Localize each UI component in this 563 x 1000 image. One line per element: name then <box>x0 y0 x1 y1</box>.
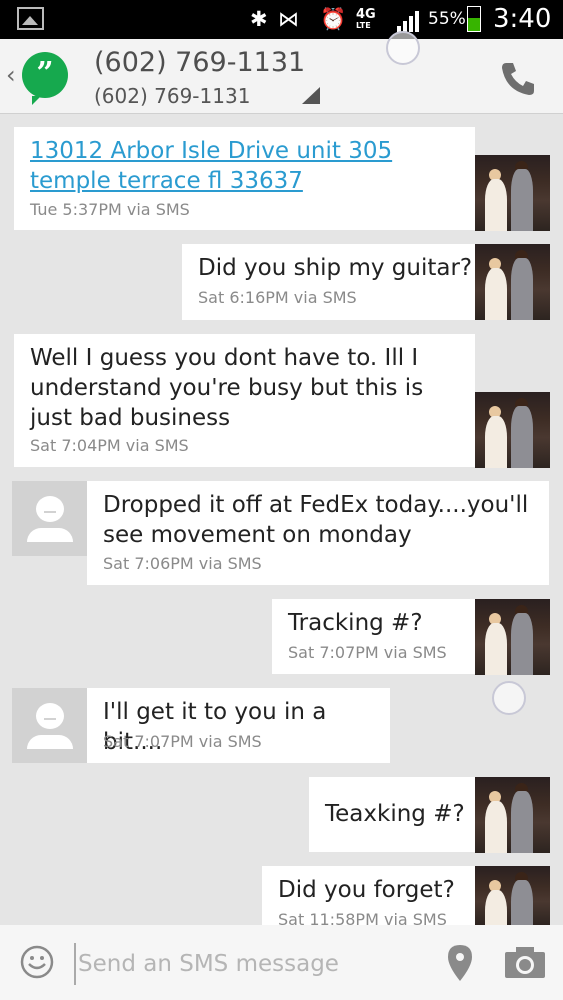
message-text: Teaxking #? <box>325 801 465 827</box>
message-meta: Sat 7:07PM via SMS <box>288 643 447 662</box>
phone-icon[interactable] <box>498 59 538 99</box>
mute-icon: ⋈ <box>278 7 299 31</box>
my-avatar <box>475 392 550 468</box>
battery-icon <box>467 6 481 32</box>
contact-avatar <box>12 688 87 763</box>
back-chevron-icon[interactable]: ‹ <box>6 61 16 89</box>
message-text: Did you ship my guitar? <box>198 255 473 281</box>
message-bubble[interactable]: Tracking #? Sat 7:07PM via SMS <box>272 599 475 674</box>
message-meta: Sat 7:06PM via SMS <box>103 554 262 573</box>
message-meta: Sat 6:16PM via SMS <box>198 288 357 307</box>
bluetooth-icon: ✱ <box>250 7 268 31</box>
message-text: Dropped it off at FedEx today....you'll … <box>103 492 529 548</box>
battery-percent: 55% <box>428 9 466 29</box>
message-bubble[interactable]: Did you forget? Sat 11:58PM via SMS <box>262 866 475 925</box>
image-icon <box>17 7 44 30</box>
location-pin-icon[interactable] <box>446 944 474 982</box>
touch-indicator <box>492 681 526 715</box>
status-bar: ✱ ⋈ ⏰ 4G LTE 55% 3:40 <box>0 0 563 39</box>
my-avatar <box>475 599 550 675</box>
message-meta: Tue 5:37PM via SMS <box>30 200 190 219</box>
sms-message-input[interactable] <box>74 943 435 985</box>
touch-indicator <box>386 31 420 65</box>
message-bubble[interactable]: 13012 Arbor Isle Drive unit 305 temple t… <box>14 127 475 230</box>
camera-icon[interactable] <box>503 944 547 980</box>
message-bubble[interactable]: Teaxking #? <box>309 777 475 852</box>
signal-icon <box>397 8 423 32</box>
message-bubble[interactable]: I'll get it to you in a bit.... Sat 7:07… <box>87 688 390 763</box>
message-meta: Sat 7:04PM via SMS <box>30 436 189 455</box>
network-type: 4G LTE <box>356 7 376 30</box>
message-bubble[interactable]: Dropped it off at FedEx today....you'll … <box>87 481 549 585</box>
hangouts-icon[interactable]: ” <box>22 52 68 105</box>
my-avatar <box>475 866 550 925</box>
my-avatar <box>475 155 550 231</box>
message-text: Did you forget? <box>278 877 455 903</box>
smiley-icon[interactable] <box>20 945 54 979</box>
message-link[interactable]: 13012 Arbor Isle Drive unit 305 temple t… <box>30 138 392 194</box>
contact-avatar <box>12 481 87 556</box>
message-bubble[interactable]: Did you ship my guitar? Sat 6:16PM via S… <box>182 244 475 320</box>
my-avatar <box>475 777 550 853</box>
alarm-icon: ⏰ <box>320 7 347 31</box>
clock: 3:40 <box>493 4 552 34</box>
message-meta: Sat 11:58PM via SMS <box>278 910 447 925</box>
message-text: Tracking #? <box>288 610 423 636</box>
message-bubble[interactable]: Well I guess you dont have to. Ill I und… <box>14 334 475 467</box>
conversation-header: ‹ ” (602) 769-1131 (602) 769-1131 <box>0 39 563 114</box>
dropdown-triangle-icon[interactable] <box>302 87 320 104</box>
contact-number-selector[interactable]: (602) 769-1131 <box>94 84 250 108</box>
message-text: Well I guess you dont have to. Ill I und… <box>30 345 424 431</box>
contact-title: (602) 769-1131 <box>94 47 306 78</box>
my-avatar <box>475 244 550 320</box>
message-meta: Sat 7:07PM via SMS <box>103 732 262 751</box>
